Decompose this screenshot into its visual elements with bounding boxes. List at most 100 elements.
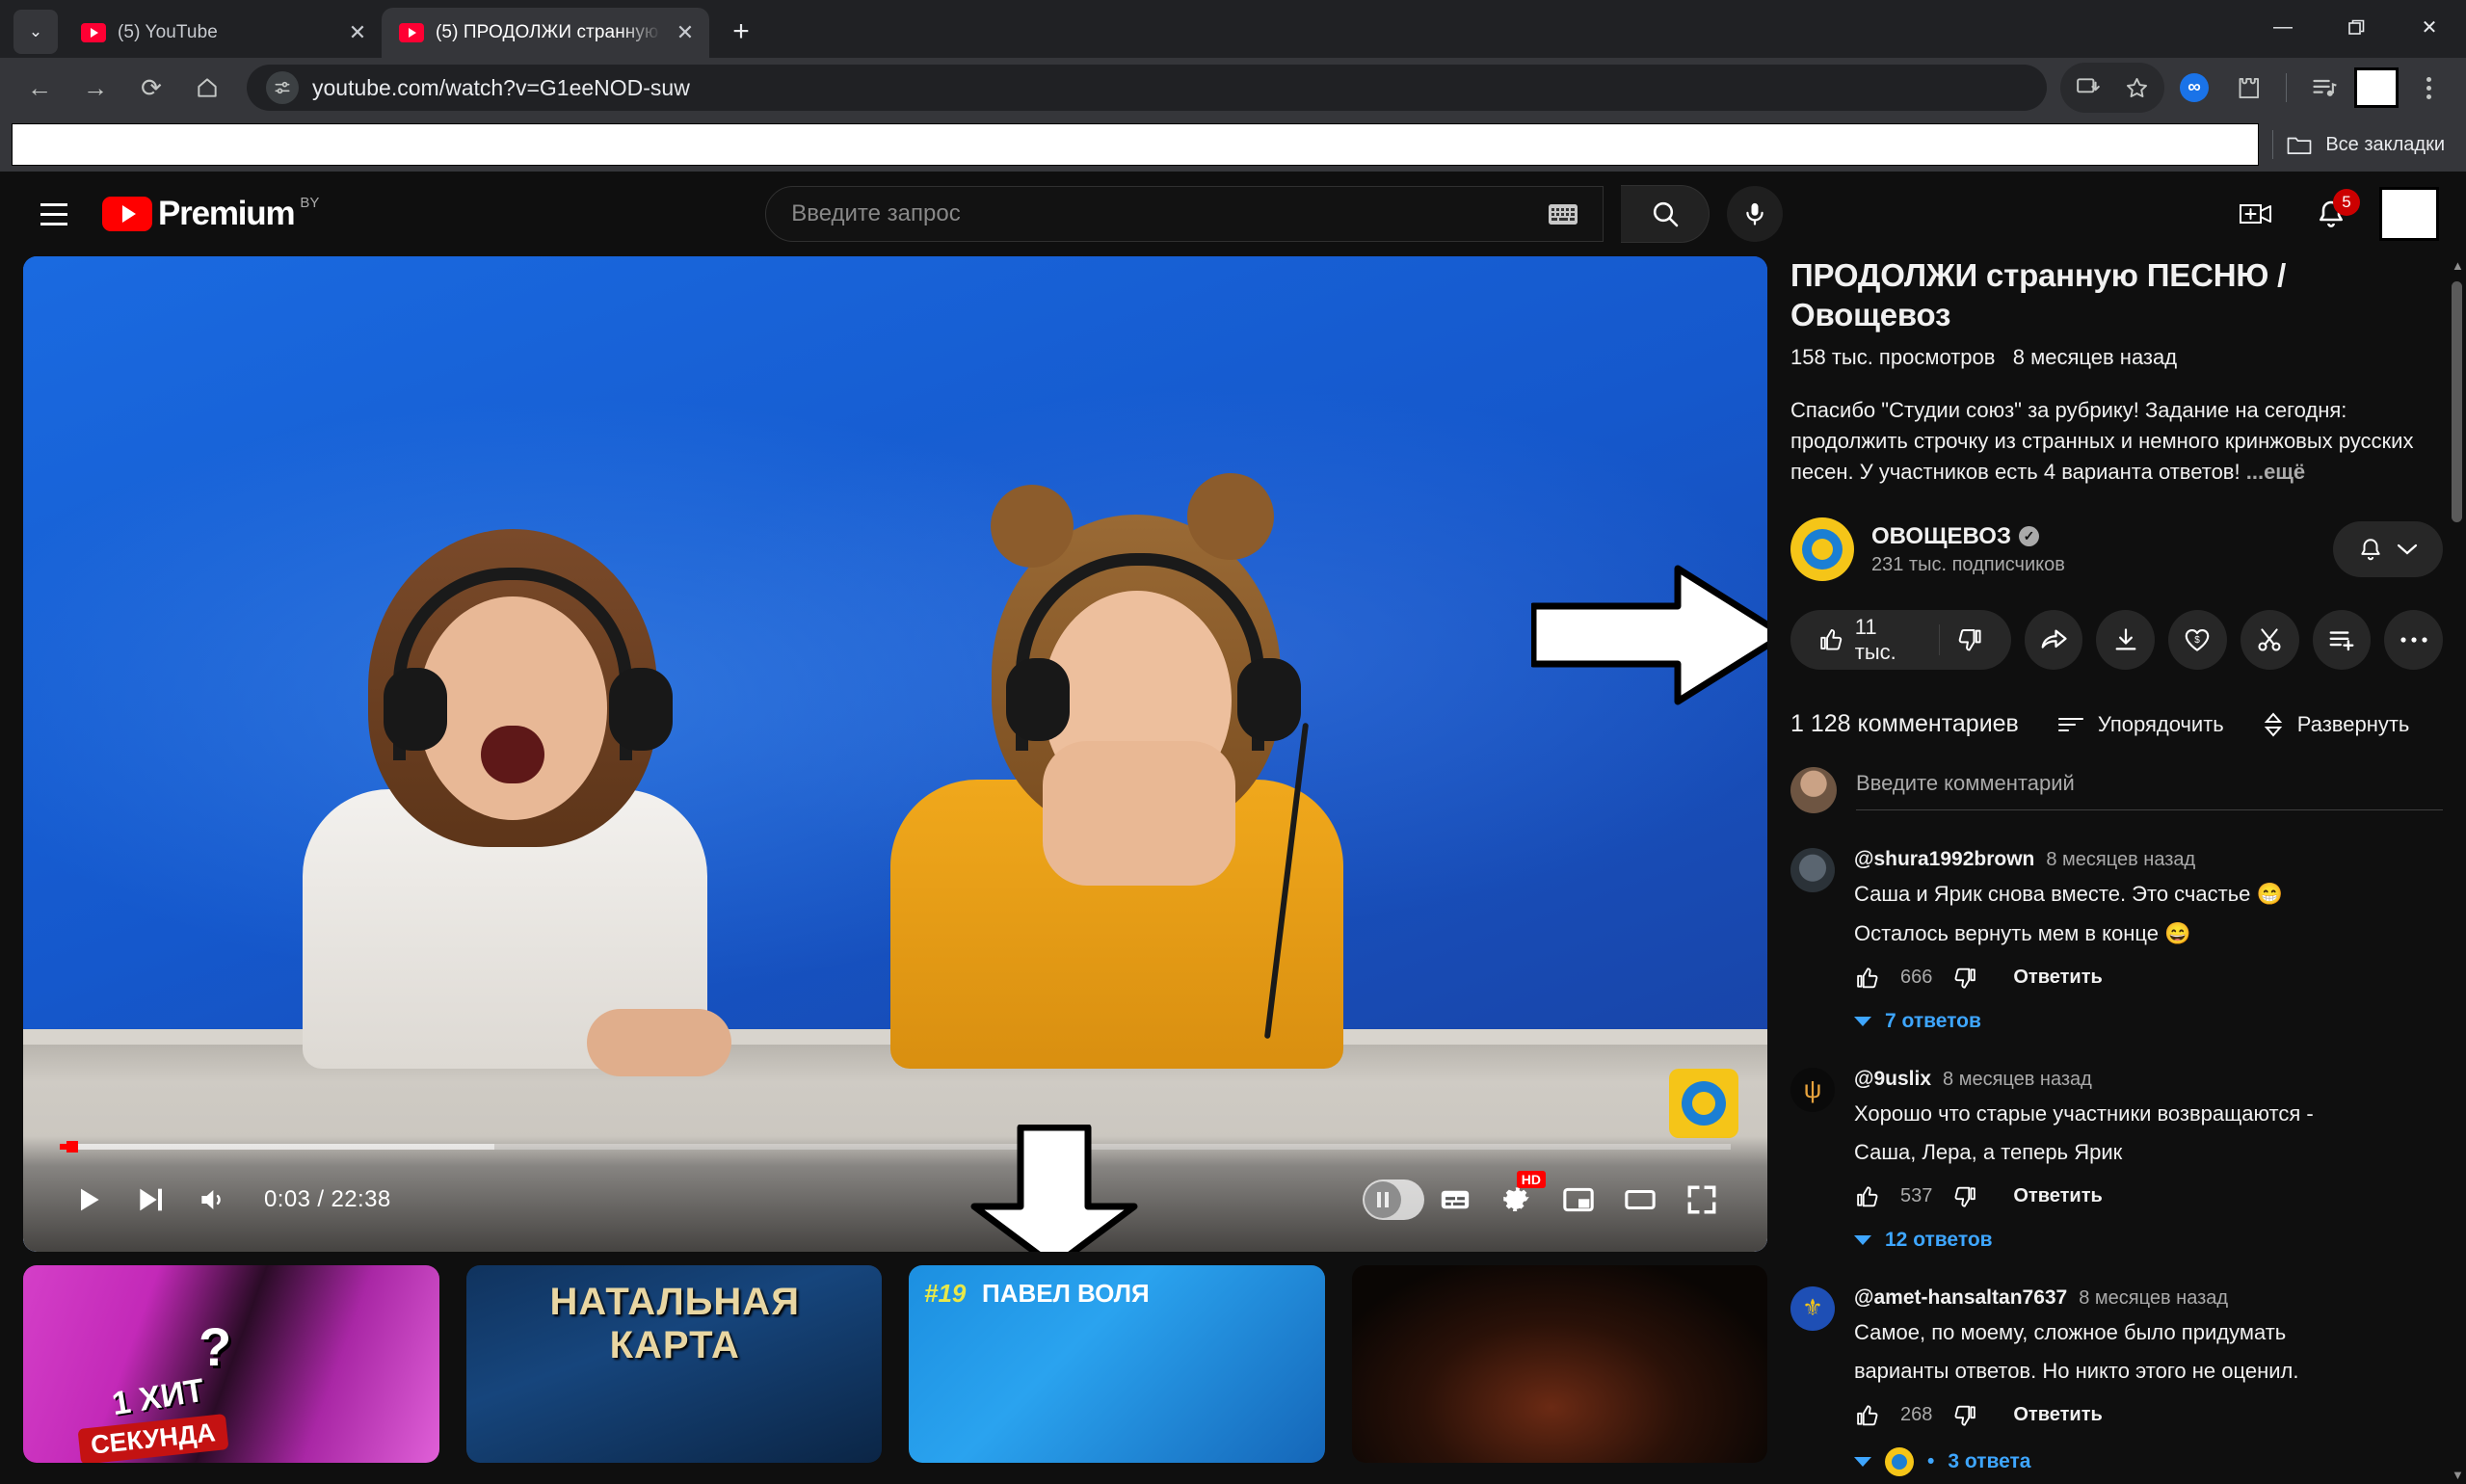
- comment-like-button[interactable]: [1854, 1403, 1879, 1428]
- account-avatar[interactable]: [2379, 187, 2439, 241]
- comment-author[interactable]: @shura1992brown: [1854, 848, 2034, 871]
- autoplay-toggle[interactable]: [1363, 1169, 1424, 1231]
- extensions-puzzle-icon[interactable]: [2224, 64, 2272, 112]
- bookmark-star-icon[interactable]: [2112, 64, 2161, 112]
- comment-input-field[interactable]: Введите комментарий: [1856, 771, 2443, 810]
- create-video-icon[interactable]: [2229, 187, 2283, 241]
- comment-dislike-button[interactable]: [1953, 1184, 1978, 1209]
- thanks-button[interactable]: $: [2168, 610, 2227, 671]
- browser-menu-kebab-icon[interactable]: [2404, 64, 2453, 112]
- maximize-button[interactable]: [2320, 0, 2393, 54]
- subtitles-button[interactable]: [1424, 1169, 1486, 1231]
- comment-author-avatar[interactable]: ⚜: [1790, 1285, 1835, 1331]
- notifications-bell-icon[interactable]: 5: [2304, 187, 2360, 241]
- more-actions-button[interactable]: [2384, 610, 2443, 671]
- address-bar[interactable]: youtube.com/watch?v=G1eeNOD-suw: [247, 65, 2047, 111]
- minimize-button[interactable]: —: [2246, 0, 2320, 54]
- related-thumbnail-4[interactable]: [1351, 1265, 1767, 1463]
- comment-dislike-button[interactable]: [1953, 966, 1978, 991]
- keyboard-icon[interactable]: [1549, 203, 1578, 225]
- save-to-playlist-button[interactable]: [2312, 610, 2372, 671]
- home-button[interactable]: [181, 62, 233, 114]
- avatar-ring: [1802, 529, 1843, 570]
- download-button[interactable]: [2096, 610, 2156, 671]
- play-button[interactable]: [58, 1169, 119, 1231]
- tab-title: (5) YouTube: [118, 22, 218, 42]
- scroll-up-arrow-icon[interactable]: ▲: [2452, 258, 2464, 273]
- search-button[interactable]: [1621, 185, 1710, 243]
- youtube-premium-logo[interactable]: Premium BY: [102, 193, 319, 235]
- forward-button[interactable]: →: [69, 62, 121, 114]
- comment-input-row[interactable]: Введите комментарий: [1790, 767, 2443, 814]
- bookmarks-right: Все закладки: [2272, 130, 2454, 159]
- video-player[interactable]: 0:03 / 22:38 HD: [23, 256, 1767, 1252]
- video-description[interactable]: Спасибо "Студии союз" за рубрику! Задани…: [1790, 395, 2443, 488]
- settings-gear-icon[interactable]: HD: [1486, 1169, 1548, 1231]
- related-thumbnail-1[interactable]: ? 1 ХИТ СЕКУНДА: [23, 1265, 439, 1463]
- site-settings-icon[interactable]: [266, 71, 299, 104]
- comment-author[interactable]: @amet-hansaltan7637: [1854, 1286, 2067, 1310]
- comment-item: ⚜ @amet-hansaltan7637 8 месяцев назад Са…: [1790, 1285, 2443, 1476]
- channel-watermark[interactable]: [1669, 1069, 1738, 1138]
- page-scrollbar[interactable]: ▲ ▼: [2449, 256, 2464, 1484]
- comment-like-button[interactable]: [1854, 966, 1879, 991]
- browser-tab-video[interactable]: (5) ПРОДОЛЖИ странную ПЕСНЮ / Овощевоз ✕: [382, 8, 709, 58]
- search-input[interactable]: Введите запрос: [765, 186, 1604, 242]
- comment-replies-toggle[interactable]: 12 ответов: [1854, 1229, 2443, 1252]
- channel-name-row[interactable]: ОВОЩЕВОЗ ✓: [1871, 523, 2333, 550]
- comment-like-button[interactable]: [1854, 1184, 1879, 1209]
- extension-infinity-icon[interactable]: ∞: [2170, 64, 2218, 112]
- back-button[interactable]: ←: [13, 62, 66, 114]
- scrollbar-thumb[interactable]: [2452, 281, 2462, 522]
- subscribed-bell-button[interactable]: [2333, 521, 2443, 578]
- comment-author-avatar[interactable]: ψ: [1790, 1067, 1835, 1112]
- install-app-icon[interactable]: [2064, 64, 2112, 112]
- bookmarks-blank-area[interactable]: [12, 123, 2260, 166]
- comment-reply-button[interactable]: Ответить: [2013, 1185, 2102, 1207]
- related-thumbnail-2[interactable]: НАТАЛЬНАЯ КАРТА: [465, 1265, 882, 1463]
- scroll-down-arrow-icon[interactable]: ▼: [2452, 1468, 2464, 1482]
- theater-mode-button[interactable]: [1609, 1169, 1671, 1231]
- comment-author-avatar[interactable]: [1790, 848, 1835, 893]
- share-button[interactable]: [2024, 610, 2083, 671]
- comment-author[interactable]: @9uslix: [1854, 1068, 1931, 1091]
- chevron-down-icon: [2397, 543, 2418, 556]
- comment-replies-toggle[interactable]: • 3 ответа: [1854, 1446, 2443, 1476]
- progress-bar[interactable]: [60, 1141, 1731, 1153]
- comment-like-count: 666: [1900, 967, 1933, 989]
- clip-button[interactable]: [2240, 610, 2299, 671]
- like-button[interactable]: 11 тыс.: [1800, 615, 1939, 665]
- new-tab-button[interactable]: +: [719, 10, 763, 54]
- time-display: 0:03 / 22:38: [264, 1186, 391, 1212]
- tab-close-icon[interactable]: ✕: [345, 20, 370, 45]
- comment-dislike-button[interactable]: [1953, 1403, 1978, 1428]
- browser-profile-avatar[interactable]: [2354, 67, 2399, 108]
- comment-reply-button[interactable]: Ответить: [2013, 967, 2102, 989]
- related-thumbnail-3[interactable]: #19 ПАВЕЛ ВОЛЯ: [909, 1265, 1325, 1463]
- all-bookmarks-label[interactable]: Все закладки: [2325, 134, 2445, 156]
- close-button[interactable]: ✕: [2393, 0, 2466, 54]
- hair-bun-right: [1187, 473, 1274, 560]
- comment-reply-button[interactable]: Ответить: [2013, 1404, 2102, 1426]
- fullscreen-button[interactable]: [1671, 1169, 1733, 1231]
- channel-avatar[interactable]: [1790, 517, 1854, 582]
- tab-close-icon[interactable]: ✕: [673, 20, 698, 45]
- youtube-page: Premium BY Введите запрос 5 0:03 / 22:38…: [0, 172, 2466, 1484]
- autoplay-switch[interactable]: [1363, 1179, 1424, 1220]
- miniplayer-button[interactable]: [1548, 1169, 1609, 1231]
- progress-scrubber[interactable]: [66, 1141, 78, 1153]
- guide-menu-icon[interactable]: [27, 187, 81, 241]
- reload-button[interactable]: ⟳: [125, 62, 177, 114]
- description-more-link[interactable]: ...ещё: [2246, 460, 2305, 484]
- sort-comments-button[interactable]: Упорядочить: [2057, 712, 2224, 737]
- comment-replies-toggle[interactable]: 7 ответов: [1854, 1010, 2443, 1033]
- voice-search-button[interactable]: [1727, 186, 1784, 242]
- media-control-icon[interactable]: [2300, 64, 2348, 112]
- expand-comments-button[interactable]: Развернуть: [2263, 711, 2409, 738]
- volume-button[interactable]: [181, 1169, 243, 1231]
- browser-tab-youtube[interactable]: (5) YouTube ✕: [64, 8, 382, 58]
- next-video-button[interactable]: [119, 1169, 181, 1231]
- tab-search-chevron-down-icon[interactable]: ⌄: [13, 10, 58, 54]
- comment-text-line-2: Саша, Лера, а теперь Ярик: [1854, 1140, 2123, 1165]
- dislike-button[interactable]: [1940, 626, 2002, 653]
